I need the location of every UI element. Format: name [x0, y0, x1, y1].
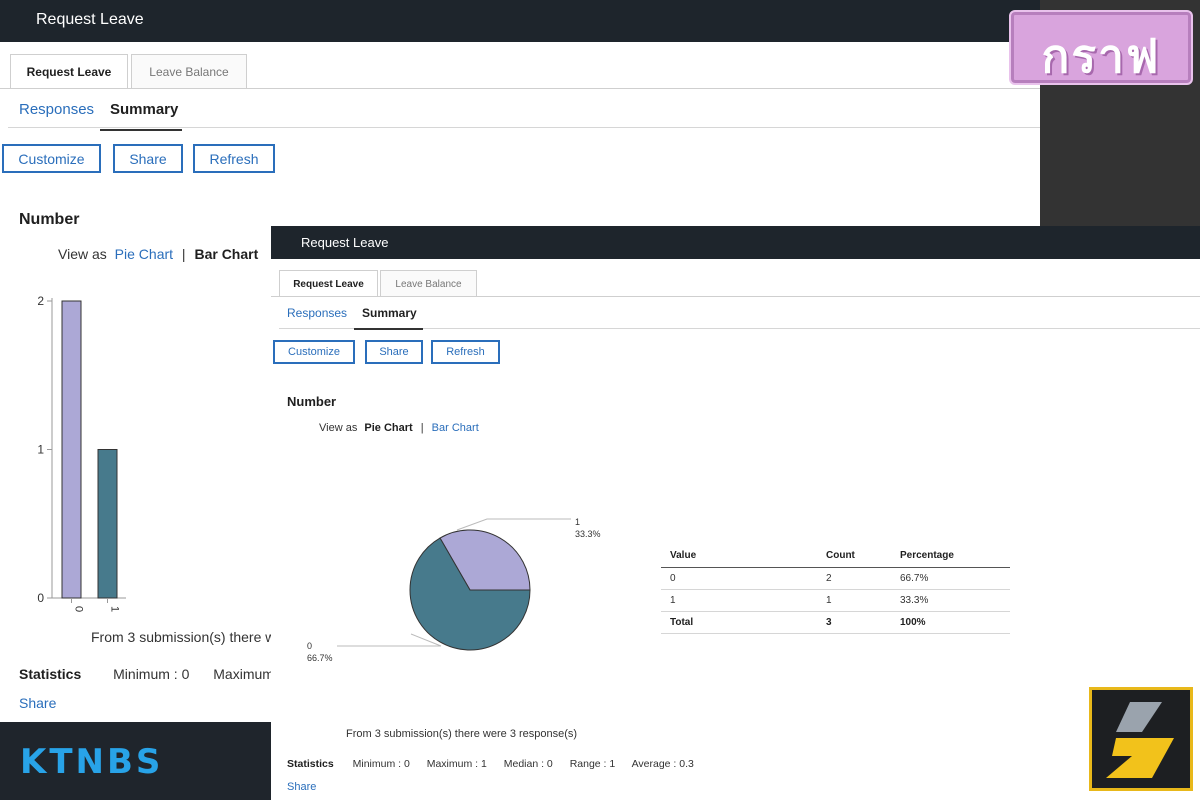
tab-divider	[271, 296, 1200, 297]
share-button[interactable]: Share	[113, 144, 183, 173]
y-tick-label: 0	[37, 591, 44, 605]
statistics-row: Statistics Minimum : 0 Maximum : 1	[19, 666, 313, 682]
tab-divider	[0, 88, 1040, 89]
pie-chart-link[interactable]: Pie Chart	[364, 422, 412, 434]
subtab-active-underline	[100, 129, 182, 131]
app-title: Request Leave	[301, 235, 389, 250]
x-tick-label: 0	[73, 606, 85, 612]
lightning-bolt-logo-icon	[1089, 687, 1193, 791]
subtab-summary[interactable]: Summary	[110, 101, 178, 118]
bar	[97, 449, 118, 599]
bar-chart-link[interactable]: Bar Chart	[194, 246, 258, 262]
tab-request-leave[interactable]: Request Leave	[10, 54, 128, 89]
pie-label-percent: 33.3%	[575, 529, 601, 539]
cell-percentage: 66.7%	[891, 567, 1010, 590]
share-button[interactable]: Share	[365, 340, 423, 364]
stat-average: Average : 0.3	[631, 758, 694, 770]
cell-total-label: Total	[661, 611, 817, 634]
tab-leave-balance[interactable]: Leave Balance	[380, 270, 477, 297]
pie-label-category: 0	[307, 641, 312, 651]
column-header-count: Count	[817, 545, 891, 568]
graph-badge-logo: กราฟ	[1009, 10, 1193, 85]
front-summary-panel: Request Leave Request Leave Leave Balanc…	[271, 226, 1200, 800]
tab-leave-balance[interactable]: Leave Balance	[131, 54, 247, 89]
bar-chart-link[interactable]: Bar Chart	[432, 422, 479, 434]
pie-label-category: 1	[575, 517, 580, 527]
app-title: Request Leave	[36, 11, 144, 28]
pie-chart-link[interactable]: Pie Chart	[115, 246, 173, 262]
stat-maximum: Maximum : 1	[426, 758, 487, 770]
pie-leader-line	[337, 633, 442, 647]
bar	[61, 300, 82, 599]
top-bar: Request Leave	[271, 226, 1200, 259]
submission-summary: From 3 submission(s) there were 3 respon…	[346, 728, 578, 740]
stat-minimum: Minimum : 0	[113, 666, 190, 682]
background-dark-bottom: KTNBS	[0, 722, 271, 800]
column-header-percentage: Percentage	[891, 545, 1010, 568]
x-tick-label: 1	[109, 606, 121, 612]
statistics-label: Statistics	[19, 666, 82, 682]
pie-chart: 1 33.3% 0 66.7%	[307, 517, 601, 663]
stat-range: Range : 1	[569, 758, 616, 770]
view-as-label: View as	[58, 246, 107, 262]
table-row: 0 2 66.7%	[661, 567, 1010, 590]
ktnbs-logo: KTNBS	[20, 742, 164, 782]
cell-total-percentage: 100%	[891, 611, 1010, 634]
statistics-row: Statistics Minimum : 0 Maximum : 1 Media…	[287, 758, 708, 770]
stat-median: Median : 0	[503, 758, 553, 770]
submission-summary: From 3 submission(s) there we	[91, 629, 284, 645]
view-as-row: View as Pie Chart | Bar Chart	[58, 246, 258, 262]
share-link[interactable]: Share	[287, 781, 316, 793]
refresh-button[interactable]: Refresh	[431, 340, 500, 364]
y-tick-label: 2	[37, 294, 44, 308]
customize-button[interactable]: Customize	[2, 144, 101, 173]
table-row: 1 1 33.3%	[661, 589, 1010, 612]
subtab-responses[interactable]: Responses	[287, 306, 347, 320]
statistics-label: Statistics	[287, 758, 334, 770]
cell-total-count: 3	[817, 611, 891, 634]
view-separator: |	[181, 246, 186, 262]
view-separator: |	[420, 422, 424, 434]
subtab-summary[interactable]: Summary	[362, 306, 417, 320]
cell-percentage: 33.3%	[891, 589, 1010, 612]
lightning-bolt-icon	[1106, 702, 1174, 778]
question-heading: Number	[287, 394, 337, 409]
refresh-button[interactable]: Refresh	[193, 144, 275, 173]
stat-minimum: Minimum : 0	[352, 758, 410, 770]
response-table: Value Count Percentage 0 2 66.7% 1 1 33.…	[661, 545, 1010, 634]
customize-button[interactable]: Customize	[273, 340, 355, 364]
graph-badge-text: กราฟ	[1041, 29, 1161, 83]
top-bar: Request Leave	[0, 0, 1040, 42]
question-heading: Number	[19, 211, 80, 228]
y-tick-label: 1	[37, 443, 44, 457]
table-header-row: Value Count Percentage	[661, 545, 1010, 568]
subtab-active-underline	[354, 328, 423, 330]
view-as-row: View as Pie Chart | Bar Chart	[319, 422, 479, 434]
cell-value: 0	[661, 567, 817, 590]
pie-leader-line	[456, 518, 571, 531]
subtab-divider	[8, 127, 1040, 128]
pie-label-percent: 66.7%	[307, 653, 333, 663]
bar-chart: 0 1 2 0 1	[37, 294, 126, 612]
cell-value: 1	[661, 589, 817, 612]
share-link[interactable]: Share	[19, 695, 56, 711]
column-header-value: Value	[661, 545, 817, 568]
cell-count: 1	[817, 589, 891, 612]
cell-count: 2	[817, 567, 891, 590]
view-as-label: View as	[319, 422, 358, 434]
subtab-responses[interactable]: Responses	[19, 101, 94, 118]
table-total-row: Total 3 100%	[661, 611, 1010, 634]
tab-request-leave[interactable]: Request Leave	[279, 270, 378, 297]
